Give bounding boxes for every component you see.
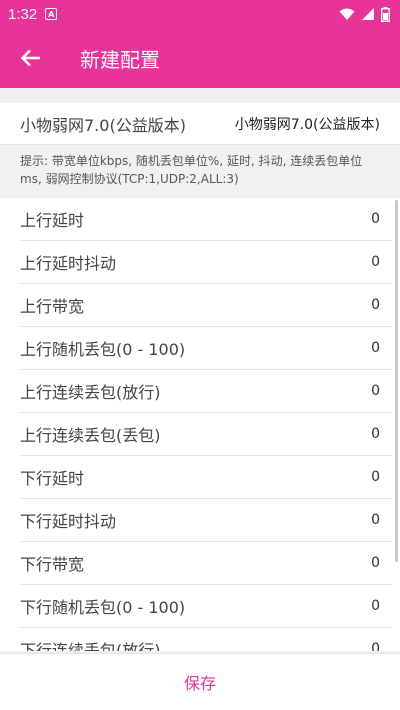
item-label: 上行随机丢包(0 - 100) bbox=[20, 340, 186, 359]
settings-list[interactable]: 上行延时 0 上行延时抖动 0 上行带宽 0 上行随机丢包(0 - 100) 0 上行连续丢包(… bbox=[0, 198, 400, 651]
list-item[interactable]: 上行连续丢包(丢包) 0 bbox=[20, 413, 392, 456]
item-label: 下行随机丢包(0 - 100) bbox=[20, 598, 186, 617]
item-value-field[interactable]: 0 bbox=[371, 426, 380, 442]
item-value-field[interactable]: 0 bbox=[371, 254, 380, 270]
notification-icon: A bbox=[45, 8, 58, 20]
app-bar: 新建配置 bbox=[0, 28, 400, 88]
list-item[interactable]: 上行延时抖动 0 bbox=[20, 241, 392, 284]
item-label: 上行连续丢包(放行) bbox=[20, 383, 161, 402]
config-value[interactable]: 小物弱网7.0(公益版本) bbox=[235, 114, 380, 134]
item-label: 下行延时抖动 bbox=[20, 512, 117, 531]
list-item[interactable]: 下行连续丢包(放行) 0 bbox=[20, 628, 392, 651]
battery-icon bbox=[381, 6, 390, 22]
scrollbar[interactable] bbox=[395, 200, 398, 562]
footer: 保存 bbox=[0, 653, 400, 710]
item-label: 下行带宽 bbox=[20, 555, 85, 574]
item-value-field[interactable]: 0 bbox=[371, 512, 380, 528]
item-label: 上行连续丢包(丢包) bbox=[20, 426, 161, 445]
status-icons bbox=[339, 6, 390, 22]
item-label: 下行连续丢包(放行) bbox=[20, 641, 161, 651]
list-item[interactable]: 上行带宽 0 bbox=[20, 284, 392, 327]
list-item[interactable]: 上行延时 0 bbox=[20, 198, 392, 241]
back-button[interactable] bbox=[0, 28, 62, 88]
list-item[interactable]: 上行随机丢包(0 - 100) 0 bbox=[20, 327, 392, 370]
config-label: 小物弱网7.0(公益版本) bbox=[20, 115, 186, 135]
signal-icon bbox=[362, 8, 374, 20]
status-time: 1:32 bbox=[8, 5, 38, 23]
item-label: 上行延时 bbox=[20, 211, 85, 230]
list-item[interactable]: 下行延时 0 bbox=[20, 456, 392, 499]
arrow-back-icon bbox=[21, 49, 40, 67]
item-label: 上行延时抖动 bbox=[20, 254, 117, 273]
item-label: 下行延时 bbox=[20, 469, 85, 488]
item-value-field[interactable]: 0 bbox=[371, 641, 380, 651]
hint-text: 提示: 带宽单位kbps, 随机丢包单位%, 延时, 抖动, 连续丢包单位ms,… bbox=[0, 145, 400, 197]
list-item[interactable]: 上行连续丢包(放行) 0 bbox=[20, 370, 392, 413]
item-value-field[interactable]: 0 bbox=[371, 297, 380, 313]
item-value-field[interactable]: 0 bbox=[371, 555, 380, 571]
item-label: 上行带宽 bbox=[20, 297, 85, 316]
item-value-field[interactable]: 0 bbox=[371, 340, 380, 356]
status-bar: 1:32 A bbox=[0, 0, 400, 28]
item-value-field[interactable]: 0 bbox=[371, 383, 380, 399]
list-item[interactable]: 下行带宽 0 bbox=[20, 542, 392, 585]
page-title: 新建配置 bbox=[80, 47, 160, 72]
config-selector[interactable]: 小物弱网7.0(公益版本) 小物弱网7.0(公益版本) bbox=[0, 103, 400, 145]
item-value-field[interactable]: 0 bbox=[371, 211, 380, 227]
save-button[interactable]: 保存 bbox=[154, 662, 246, 702]
wifi-icon bbox=[339, 8, 355, 20]
list-item[interactable]: 下行随机丢包(0 - 100) 0 bbox=[20, 585, 392, 628]
item-value-field[interactable]: 0 bbox=[371, 598, 380, 614]
item-value-field[interactable]: 0 bbox=[371, 469, 380, 485]
list-item[interactable]: 下行延时抖动 0 bbox=[20, 499, 392, 542]
